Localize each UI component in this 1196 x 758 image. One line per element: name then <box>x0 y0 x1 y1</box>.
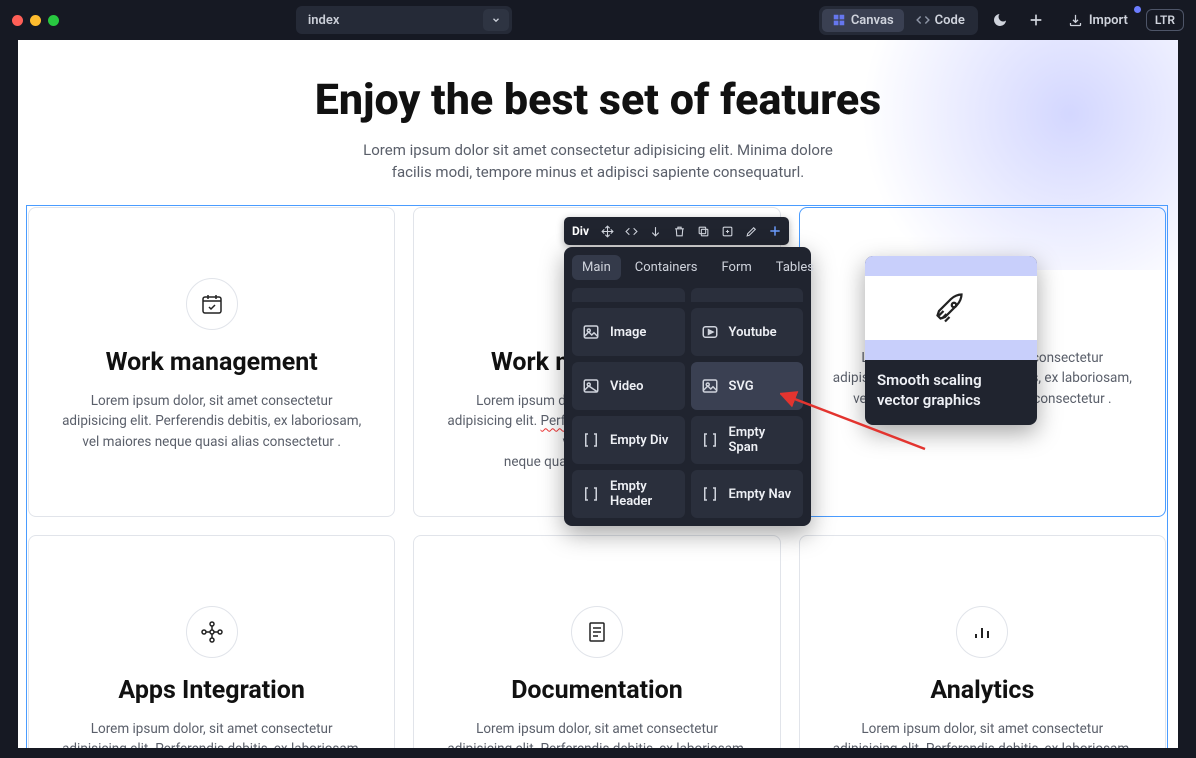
tab-form[interactable]: Form <box>712 255 762 280</box>
bars-icon <box>956 606 1008 658</box>
feature-card-work-management[interactable]: Work management Lorem ipsum dolor, sit a… <box>28 207 395 517</box>
topbar: index Canvas Code <box>0 0 1196 40</box>
insert-empty-header[interactable]: Empty Header <box>572 470 685 518</box>
item-label: Empty Nav <box>729 487 792 502</box>
feature-card-analytics[interactable]: Analytics Lorem ipsum dolor, sit amet co… <box>799 535 1166 748</box>
insert-image[interactable]: Image <box>572 308 685 356</box>
code-icon <box>916 13 930 27</box>
rocket-icon <box>933 290 969 326</box>
right-tools: Canvas Code Import <box>819 6 1184 35</box>
tooltip-preview: Smooth scaling vector graphics <box>865 256 1037 425</box>
canvas-label: Canvas <box>851 13 894 28</box>
insert-svg[interactable]: SVG <box>691 362 804 410</box>
brackets-icon <box>582 485 600 503</box>
tab-tables[interactable]: Tables <box>766 255 824 280</box>
file-selector[interactable]: index <box>296 6 512 34</box>
card-body: Lorem ipsum dolor, sit amet consectetur … <box>59 391 364 452</box>
card-body: Lorem ipsum dolor, sit amet consectetur … <box>444 719 749 748</box>
brackets-icon <box>582 431 600 449</box>
tooltip-preview-image <box>865 256 1037 360</box>
insert-tabs: Main Containers Form Tables <box>572 255 803 280</box>
insert-video[interactable]: Video <box>572 362 685 410</box>
calendar-check-icon <box>186 278 238 330</box>
copy-icon[interactable] <box>693 221 713 241</box>
notification-dot-icon <box>1134 6 1141 13</box>
canvas-icon <box>832 13 846 27</box>
card-title: Work management <box>59 348 364 377</box>
item-label: SVG <box>729 379 754 394</box>
code-label: Code <box>935 13 965 28</box>
plus-icon <box>1028 12 1044 28</box>
tab-containers[interactable]: Containers <box>625 255 708 280</box>
insert-empty-nav[interactable]: Empty Nav <box>691 470 804 518</box>
duplicate-icon[interactable] <box>717 221 737 241</box>
brackets-icon <box>701 485 719 503</box>
traffic-lights <box>12 15 59 26</box>
insert-youtube[interactable]: Youtube <box>691 308 804 356</box>
maximize-window-icon[interactable] <box>48 15 59 26</box>
item-label: Youtube <box>729 325 777 340</box>
tab-main[interactable]: Main <box>572 255 621 280</box>
image-icon <box>582 323 600 341</box>
edit-icon[interactable] <box>741 221 761 241</box>
element-tag: Div <box>568 224 593 238</box>
arrow-down-icon[interactable] <box>645 221 665 241</box>
import-icon <box>1068 13 1083 28</box>
canvas-button[interactable]: Canvas <box>822 9 904 32</box>
feature-card-apps-integration[interactable]: Apps Integration Lorem ipsum dolor, sit … <box>28 535 395 748</box>
youtube-icon <box>701 323 719 341</box>
minimize-window-icon[interactable] <box>30 15 41 26</box>
item-label: Video <box>610 379 644 394</box>
insert-panel: Main Containers Form Tables Image Youtub… <box>564 247 811 526</box>
insert-empty-div[interactable]: Empty Div <box>572 416 685 464</box>
card-title: Analytics <box>830 676 1135 705</box>
code-icon[interactable] <box>621 221 641 241</box>
plus-icon[interactable] <box>765 221 785 241</box>
card-title: Documentation <box>444 676 749 705</box>
insert-strip <box>572 288 803 302</box>
document-icon <box>571 606 623 658</box>
code-button[interactable]: Code <box>906 9 975 32</box>
element-toolbar: Div <box>564 217 789 245</box>
brackets-icon <box>701 431 719 449</box>
card-title: Apps Integration <box>59 676 364 705</box>
chevron-down-icon[interactable] <box>483 9 509 31</box>
item-label: Empty Header <box>610 479 675 509</box>
nodes-icon <box>186 606 238 658</box>
page-title: Enjoy the best set of features <box>18 75 1178 125</box>
insert-items: Image Youtube Video SVG Empty Div Empty … <box>572 308 803 518</box>
add-button[interactable] <box>1022 6 1050 34</box>
tooltip-text: Smooth scaling vector graphics <box>865 360 1037 425</box>
item-label: Image <box>610 325 646 340</box>
direction-label: LTR <box>1155 13 1175 27</box>
theme-toggle-button[interactable] <box>986 6 1014 34</box>
direction-button[interactable]: LTR <box>1146 9 1184 31</box>
feature-card-documentation[interactable]: Documentation Lorem ipsum dolor, sit ame… <box>413 535 780 748</box>
file-selector-label: index <box>296 13 483 28</box>
card-body: Lorem ipsum dolor, sit amet consectetur … <box>59 719 364 748</box>
moon-icon <box>992 12 1008 28</box>
hero: Enjoy the best set of features Lorem ips… <box>18 40 1178 184</box>
video-icon <box>582 377 600 395</box>
insert-empty-span[interactable]: Empty Span <box>691 416 804 464</box>
svg-icon <box>701 377 719 395</box>
page-subtitle: Lorem ipsum dolor sit amet consectetur a… <box>18 140 1178 184</box>
view-mode-segment: Canvas Code <box>819 6 978 35</box>
item-label: Empty Span <box>729 425 794 455</box>
close-window-icon[interactable] <box>12 15 23 26</box>
import-button[interactable]: Import <box>1058 9 1138 32</box>
import-label: Import <box>1089 13 1128 28</box>
move-icon[interactable] <box>597 221 617 241</box>
item-label: Empty Div <box>610 433 668 448</box>
trash-icon[interactable] <box>669 221 689 241</box>
card-body: Lorem ipsum dolor, sit amet consectetur … <box>830 719 1135 748</box>
